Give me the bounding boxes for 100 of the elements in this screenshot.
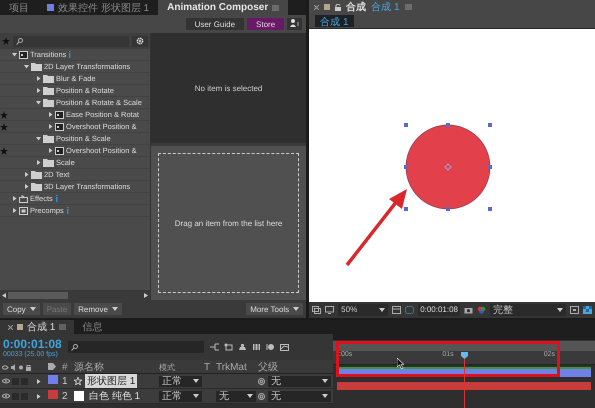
expand-arrow-icon[interactable] [36, 88, 41, 93]
settings-icon [136, 37, 144, 45]
mode-dropdown[interactable]: 正常 [159, 390, 202, 402]
camera-icon[interactable] [464, 306, 473, 314]
preset-icon [55, 122, 64, 130]
close-icon[interactable] [8, 324, 13, 330]
eye-icon[interactable] [2, 393, 10, 399]
current-time[interactable]: 0:00:01:08 [3, 336, 62, 350]
panel-tab[interactable]: 效果控件 形状图层 1 [38, 0, 158, 15]
search-icon [70, 344, 79, 350]
transparency-grid-icon[interactable] [583, 306, 592, 314]
expand-arrow-icon[interactable] [24, 172, 29, 177]
column-header[interactable]: T [204, 362, 216, 372]
column-header[interactable]: # [62, 362, 74, 372]
folder-icon [31, 170, 42, 178]
channel-icon[interactable] [477, 306, 486, 314]
horizontal-scrollbar[interactable] [0, 290, 150, 300]
expand-arrow-icon[interactable] [12, 52, 17, 57]
timeline-tab[interactable]: 信息 [74, 320, 110, 334]
lock-icon[interactable] [335, 4, 342, 10]
folder-icon [43, 86, 54, 94]
parent-dropdown[interactable]: 无 [268, 390, 331, 402]
zoom-dropdown[interactable]: 50% [338, 304, 388, 316]
menu-icon[interactable] [272, 4, 280, 10]
shape-layer-icon [74, 377, 82, 385]
solid-layer-icon [74, 391, 84, 401]
pick-whip-icon[interactable] [258, 392, 265, 400]
comp-name[interactable]: 合成 1 [371, 0, 400, 14]
playhead[interactable] [461, 352, 468, 408]
eye-icon[interactable] [2, 378, 10, 384]
expand-arrow-icon[interactable] [36, 378, 41, 384]
expand-arrow-icon[interactable] [48, 112, 53, 117]
resolution-dropdown[interactable]: 完整 [490, 304, 566, 316]
mask-icon[interactable] [405, 306, 414, 314]
column-header[interactable]: TrkMat [216, 362, 258, 372]
layer-swatch-icon [47, 4, 54, 11]
layer-search-field[interactable] [68, 341, 204, 353]
panel-tab[interactable]: 项目 [0, 0, 38, 15]
drop-zone[interactable]: Drag an item from the list here [158, 153, 300, 293]
user-icon [290, 19, 300, 27]
folder-icon [43, 134, 54, 142]
expand-arrow-icon[interactable] [36, 394, 41, 398]
scroll-right-icon [144, 292, 148, 298]
monitor-icon[interactable] [325, 306, 334, 314]
region-icon[interactable] [570, 306, 579, 314]
hide-layers-icon[interactable] [238, 343, 247, 351]
precomp-icon [19, 206, 28, 214]
expand-arrow-icon[interactable] [36, 76, 41, 81]
column-header[interactable]: 源名称 [74, 360, 159, 374]
label-color-swatch[interactable] [48, 375, 58, 384]
guide-button[interactable]: User Guide [186, 18, 244, 30]
expand-arrow-icon[interactable] [12, 208, 17, 213]
expand-arrow-icon[interactable] [24, 184, 29, 189]
snapshot-region-icon[interactable] [312, 306, 322, 314]
caret-icon [557, 308, 563, 312]
column-header[interactable]: 父级 [258, 360, 333, 374]
expand-arrow-icon[interactable] [48, 124, 53, 129]
action-button[interactable]: Remove [74, 303, 122, 315]
layer-number: 2 [62, 390, 69, 402]
comp-button[interactable]: 合成 1 [315, 14, 354, 27]
folder-icon [43, 158, 54, 166]
expand-arrow-icon[interactable] [48, 148, 53, 153]
expand-arrow-icon[interactable] [36, 100, 41, 105]
caret-icon [322, 379, 328, 383]
pick-whip-icon[interactable] [258, 378, 265, 384]
timeline-tab[interactable]: 合成 1 [0, 320, 74, 334]
store-button[interactable]: Store [247, 18, 284, 30]
parent-dropdown[interactable]: 无 [268, 376, 331, 386]
draft-3d-icon[interactable] [224, 343, 233, 351]
preset-icon [55, 110, 64, 118]
layer-name[interactable]: 形状图层 1 [85, 374, 138, 388]
frame-blending-icon[interactable] [252, 343, 261, 351]
menu-icon[interactable] [404, 4, 412, 10]
safe-area-icon[interactable] [392, 306, 402, 314]
layer-name[interactable]: 白色 纯色 1 [87, 389, 142, 403]
layer-number: 1 [62, 376, 69, 386]
expand-arrow-icon[interactable] [36, 160, 41, 165]
settings-button[interactable] [132, 36, 148, 46]
track-matte-dropdown[interactable]: 无 [216, 390, 256, 402]
column-header[interactable]: 模式 [159, 362, 204, 372]
close-icon[interactable] [314, 4, 320, 10]
action-button[interactable]: More Tools [246, 303, 304, 315]
expand-arrow-icon[interactable] [24, 64, 29, 69]
user-button[interactable] [287, 18, 302, 30]
scroll-left-icon [2, 292, 6, 298]
mouse-cursor-icon [397, 358, 404, 369]
graph-editor-icon[interactable] [280, 343, 289, 351]
action-button[interactable]: Copy [3, 303, 40, 315]
flowchart-icon[interactable] [210, 343, 219, 351]
expand-arrow-icon[interactable] [12, 196, 17, 201]
mode-dropdown[interactable]: 正常 [159, 376, 202, 386]
menu-icon[interactable] [59, 324, 66, 330]
motion-blur-icon[interactable] [266, 343, 275, 351]
search-field[interactable] [13, 36, 129, 46]
folder-icon [43, 74, 54, 82]
panel-tab[interactable]: Animation Composer [158, 0, 288, 15]
timecode[interactable]: 0:00:01:08 [418, 304, 460, 316]
label-color-swatch[interactable] [48, 390, 58, 399]
star-icon [2, 37, 10, 45]
expand-arrow-icon[interactable] [36, 136, 41, 141]
